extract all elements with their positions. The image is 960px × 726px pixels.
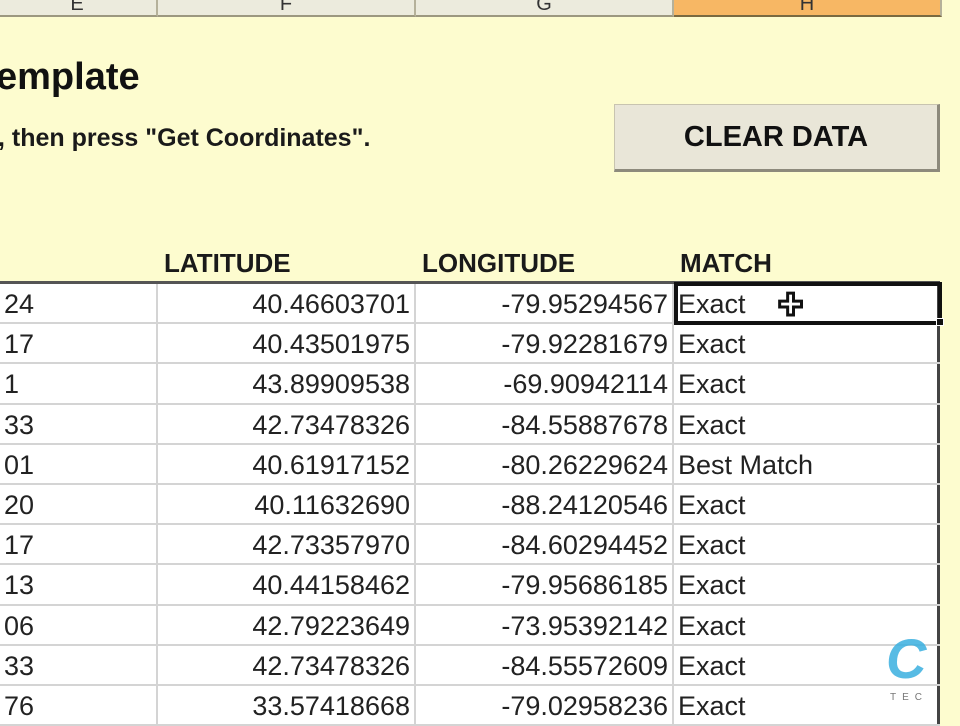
cell-id[interactable]: 17 [0,525,158,564]
cell-longitude[interactable]: -73.95392142 [416,605,674,644]
column-header-e[interactable]: E [0,0,158,17]
cell-latitude[interactable]: 42.73478326 [158,645,416,684]
cell-id[interactable]: 1 [0,364,158,403]
cell-id[interactable]: 06 [0,605,158,644]
cell-longitude[interactable]: -84.55887678 [416,404,674,443]
cell-longitude[interactable]: -79.92281679 [416,324,674,363]
cell-latitude[interactable]: 40.11632690 [158,484,416,524]
cell-id[interactable]: 20 [0,484,158,524]
cell-longitude[interactable]: -79.95686185 [416,565,674,604]
column-header-h[interactable]: H [674,0,942,17]
cell-id[interactable]: 17 [0,324,158,363]
cell-match[interactable]: Exact [674,324,940,363]
cell-match[interactable]: Exact [674,565,940,604]
clear-data-button[interactable]: CLEAR DATA [614,104,940,172]
table-row: 17 40.43501975 -79.92281679 Exact [0,324,940,365]
cell-latitude[interactable]: 42.79223649 [158,605,416,644]
table-row: 17 42.73357970 -84.60294452 Exact [0,525,940,566]
cell-latitude[interactable]: 33.57418668 [158,685,416,725]
cell-match[interactable]: Exact [674,404,940,443]
column-header-g[interactable]: G [416,0,674,17]
latitude-header: LATITUDE [164,248,291,278]
table-row: 06 42.79223649 -73.95392142 Exact [0,605,940,646]
cell-match[interactable]: Exact [674,525,940,564]
column-header-f[interactable]: F [158,0,416,17]
cell-latitude[interactable]: 40.43501975 [158,324,416,363]
longitude-header: LONGITUDE [422,248,576,278]
cell-id[interactable]: 76 [0,685,158,725]
cell-match[interactable]: Best Match [674,444,940,483]
instruction-text: , then press "Get Coordinates". [0,124,371,152]
cell-cursor-icon: ✚ [777,288,804,323]
cell-longitude[interactable]: -88.24120546 [416,484,674,524]
cell-longitude[interactable]: -80.26229624 [416,444,674,483]
fill-handle[interactable] [936,318,944,326]
data-grid: 24 40.46603701 -79.95294567 Exact 17 40.43501… [0,281,940,726]
cell-latitude[interactable]: 40.46603701 [158,284,416,323]
logo-mark: C [886,627,927,690]
cell-id[interactable]: 33 [0,645,158,684]
cell-id[interactable]: 33 [0,404,158,443]
cell-latitude[interactable]: 43.89909538 [158,364,416,403]
match-header: MATCH [680,248,772,278]
table-row: 20 40.11632690 -88.24120546 Exact [0,484,940,526]
cell-latitude[interactable]: 42.73478326 [158,404,416,443]
cell-match[interactable]: Exact [674,364,940,403]
cell-id[interactable]: 01 [0,444,158,483]
cell-latitude[interactable]: 42.73357970 [158,525,416,564]
cell-id[interactable]: 13 [0,565,158,604]
cell-longitude[interactable]: -79.95294567 [416,284,674,323]
cell-longitude[interactable]: -79.02958236 [416,685,674,725]
cell-match[interactable]: Exact [674,484,940,524]
table-row: 33 42.73478326 -84.55887678 Exact [0,404,940,445]
watermark-logo: C TEC [884,626,960,706]
logo-subtext: TEC [890,692,928,703]
table-row: 33 42.73478326 -84.55572609 Exact [0,645,940,686]
table-row: 1 43.89909538 -69.90942114 Exact [0,364,940,405]
table-row: 13 40.44158462 -79.95686185 Exact [0,565,940,606]
cell-longitude[interactable]: -84.55572609 [416,645,674,684]
cell-id[interactable]: 24 [0,284,158,323]
sheet-title: emplate [0,56,140,98]
cell-latitude[interactable]: 40.61917152 [158,444,416,483]
cell-longitude[interactable]: -69.90942114 [416,364,674,403]
cell-match[interactable]: Exact [674,284,940,323]
cell-longitude[interactable]: -84.60294452 [416,525,674,564]
cell-latitude[interactable]: 40.44158462 [158,565,416,604]
table-row: 01 40.61917152 -80.26229624 Best Match [0,444,940,485]
